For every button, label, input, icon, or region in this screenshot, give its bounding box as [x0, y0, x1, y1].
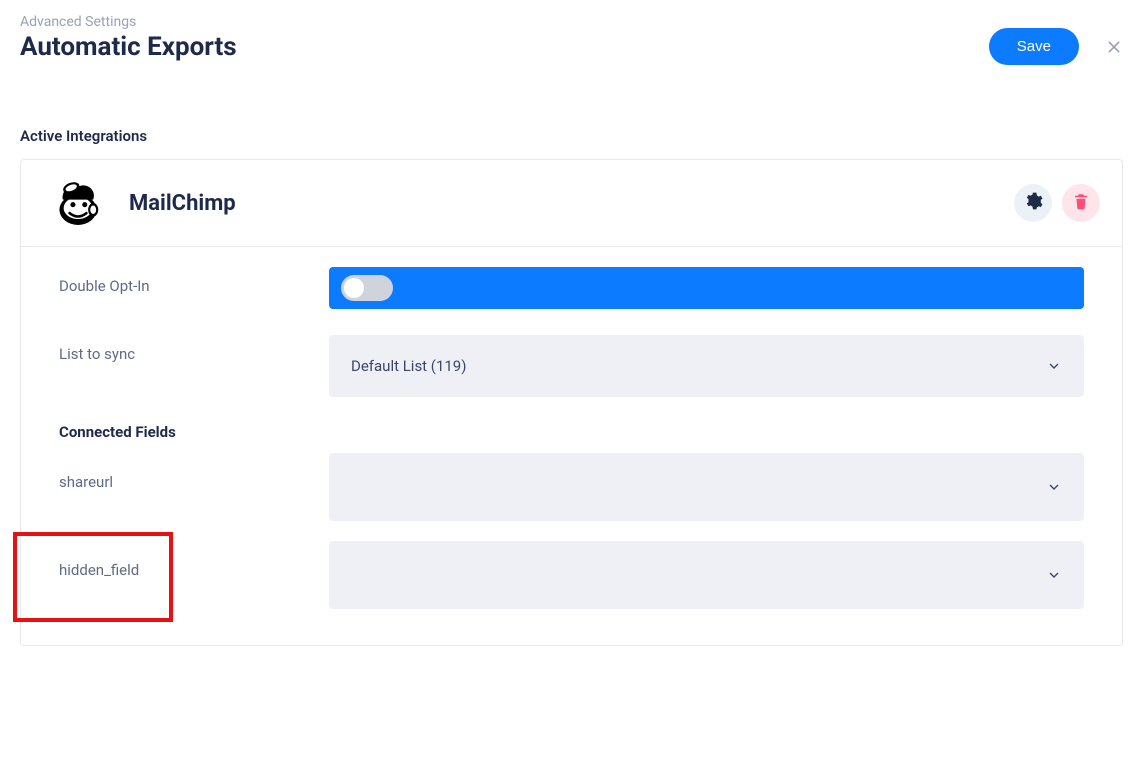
- toggle-knob: [344, 278, 364, 298]
- close-icon[interactable]: [1105, 38, 1123, 56]
- list-to-sync-select[interactable]: Default List (119): [329, 335, 1084, 397]
- chevron-down-icon: [1046, 479, 1062, 495]
- active-integrations-heading: Active Integrations: [20, 127, 1123, 145]
- field-shareurl-select[interactable]: [329, 453, 1084, 521]
- field-shareurl-label: shareurl: [59, 453, 329, 491]
- field-hidden-field-label: hidden_field: [59, 541, 329, 579]
- list-to-sync-value: Default List (119): [351, 357, 466, 375]
- connected-fields-heading: Connected Fields: [59, 423, 1084, 441]
- breadcrumb: Advanced Settings: [20, 14, 237, 30]
- integration-settings-button[interactable]: [1014, 184, 1052, 222]
- mailchimp-logo-icon: [51, 176, 105, 230]
- integration-name: MailChimp: [129, 191, 236, 216]
- gear-icon: [1023, 191, 1043, 215]
- chevron-down-icon: [1046, 358, 1062, 374]
- double-opt-in-label: Double Opt-In: [59, 267, 329, 295]
- trash-icon: [1072, 192, 1090, 214]
- double-opt-in-toggle[interactable]: [341, 275, 393, 301]
- field-hidden-field-select[interactable]: [329, 541, 1084, 609]
- save-button[interactable]: Save: [989, 28, 1079, 65]
- integration-card: MailChimp Double Opt-In: [20, 159, 1123, 646]
- page-title: Automatic Exports: [20, 32, 237, 62]
- chevron-down-icon: [1046, 567, 1062, 583]
- list-to-sync-label: List to sync: [59, 335, 329, 363]
- double-opt-in-row: [329, 267, 1084, 309]
- integration-delete-button[interactable]: [1062, 184, 1100, 222]
